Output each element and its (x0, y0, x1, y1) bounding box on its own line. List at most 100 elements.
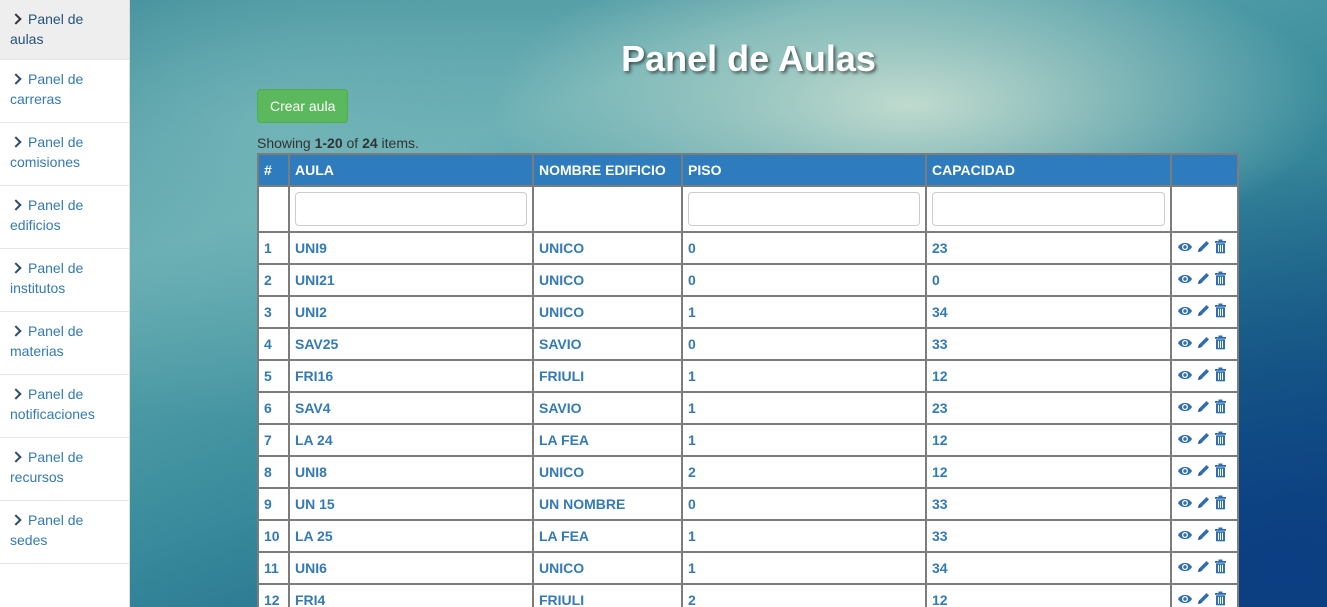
sidebar-item-recursos[interactable]: Panel de recursos (0, 438, 129, 501)
pencil-icon[interactable] (1196, 559, 1211, 577)
aula-cell[interactable]: SAV25 (288, 327, 534, 361)
trash-icon[interactable] (1214, 463, 1227, 481)
piso-cell[interactable]: 2 (681, 583, 927, 607)
eye-icon[interactable] (1177, 400, 1193, 417)
edificio-cell[interactable]: SAVIO (532, 391, 683, 425)
trash-icon[interactable] (1214, 271, 1227, 289)
trash-icon[interactable] (1214, 303, 1227, 321)
sidebar-item-edificios[interactable]: Panel de edificios (0, 186, 129, 249)
sidebar-item-carreras[interactable]: Panel de carreras (0, 60, 129, 123)
eye-icon[interactable] (1177, 592, 1193, 607)
capacidad-cell[interactable]: 12 (925, 583, 1172, 607)
trash-icon[interactable] (1214, 495, 1227, 513)
piso-cell[interactable]: 1 (681, 359, 927, 393)
trash-icon[interactable] (1214, 559, 1227, 577)
capacidad-cell[interactable]: 12 (925, 423, 1172, 457)
edificio-cell[interactable]: UNICO (532, 263, 683, 297)
aula-cell[interactable]: LA 25 (288, 519, 534, 553)
aula-cell[interactable]: SAV4 (288, 391, 534, 425)
edificio-cell[interactable]: UN NOMBRE (532, 487, 683, 521)
edificio-cell[interactable]: LA FEA (532, 519, 683, 553)
sidebar-item-institutos[interactable]: Panel de institutos (0, 249, 129, 312)
sidebar-item-comisiones[interactable]: Panel de comisiones (0, 123, 129, 186)
edificio-cell[interactable]: FRIULI (532, 583, 683, 607)
piso-cell[interactable]: 2 (681, 455, 927, 489)
filter-capacidad-input[interactable] (932, 192, 1165, 226)
capacidad-cell[interactable]: 34 (925, 295, 1172, 329)
eye-icon[interactable] (1177, 304, 1193, 321)
pencil-icon[interactable] (1196, 367, 1211, 385)
piso-cell[interactable]: 0 (681, 263, 927, 297)
sidebar-item-materias[interactable]: Panel de materias (0, 312, 129, 375)
edificio-cell[interactable]: SAVIO (532, 327, 683, 361)
trash-icon[interactable] (1214, 335, 1227, 353)
pencil-icon[interactable] (1196, 335, 1211, 353)
capacidad-cell[interactable]: 33 (925, 327, 1172, 361)
pencil-icon[interactable] (1196, 271, 1211, 289)
edificio-cell[interactable]: UNICO (532, 231, 683, 265)
trash-icon[interactable] (1214, 399, 1227, 417)
pencil-icon[interactable] (1196, 591, 1211, 607)
piso-cell[interactable]: 0 (681, 487, 927, 521)
pencil-icon[interactable] (1196, 303, 1211, 321)
piso-cell[interactable]: 1 (681, 295, 927, 329)
pencil-icon[interactable] (1196, 527, 1211, 545)
edificio-cell[interactable]: UNICO (532, 551, 683, 585)
eye-icon[interactable] (1177, 240, 1193, 257)
capacidad-cell[interactable]: 33 (925, 487, 1172, 521)
trash-icon[interactable] (1214, 431, 1227, 449)
capacidad-cell[interactable]: 23 (925, 391, 1172, 425)
edificio-cell[interactable]: LA FEA (532, 423, 683, 457)
pencil-icon[interactable] (1196, 495, 1211, 513)
capacidad-cell[interactable]: 33 (925, 519, 1172, 553)
sidebar-item-notificaciones[interactable]: Panel de notificaciones (0, 375, 129, 438)
filter-piso-input[interactable] (688, 192, 920, 226)
column-header-number[interactable]: # (257, 153, 290, 187)
column-header-capacidad[interactable]: CAPACIDAD (925, 153, 1172, 187)
piso-cell[interactable]: 1 (681, 551, 927, 585)
pencil-icon[interactable] (1196, 239, 1211, 257)
sidebar-item-aulas[interactable]: Panel de aulas (0, 0, 129, 60)
edificio-cell[interactable]: UNICO (532, 455, 683, 489)
aula-cell[interactable]: UN 15 (288, 487, 534, 521)
sidebar-item-sedes[interactable]: Panel de sedes (0, 501, 129, 564)
filter-aula-input[interactable] (295, 192, 527, 226)
column-header-aula[interactable]: AULA (288, 153, 534, 187)
capacidad-cell[interactable]: 0 (925, 263, 1172, 297)
eye-icon[interactable] (1177, 560, 1193, 577)
eye-icon[interactable] (1177, 464, 1193, 481)
capacidad-cell[interactable]: 34 (925, 551, 1172, 585)
pencil-icon[interactable] (1196, 399, 1211, 417)
trash-icon[interactable] (1214, 591, 1227, 607)
piso-cell[interactable]: 1 (681, 519, 927, 553)
aula-cell[interactable]: UNI9 (288, 231, 534, 265)
eye-icon[interactable] (1177, 528, 1193, 545)
eye-icon[interactable] (1177, 432, 1193, 449)
column-header-nombre-edificio[interactable]: NOMBRE EDIFICIO (532, 153, 683, 187)
trash-icon[interactable] (1214, 527, 1227, 545)
piso-cell[interactable]: 0 (681, 327, 927, 361)
edificio-cell[interactable]: UNICO (532, 295, 683, 329)
trash-icon[interactable] (1214, 239, 1227, 257)
capacidad-cell[interactable]: 12 (925, 455, 1172, 489)
piso-cell[interactable]: 1 (681, 423, 927, 457)
piso-cell[interactable]: 1 (681, 391, 927, 425)
capacidad-cell[interactable]: 23 (925, 231, 1172, 265)
aula-cell[interactable]: UNI2 (288, 295, 534, 329)
eye-icon[interactable] (1177, 496, 1193, 513)
aula-cell[interactable]: UNI6 (288, 551, 534, 585)
trash-icon[interactable] (1214, 367, 1227, 385)
aula-cell[interactable]: LA 24 (288, 423, 534, 457)
piso-cell[interactable]: 0 (681, 231, 927, 265)
column-header-piso[interactable]: PISO (681, 153, 927, 187)
aula-cell[interactable]: UNI8 (288, 455, 534, 489)
aula-cell[interactable]: FRI4 (288, 583, 534, 607)
aula-cell[interactable]: UNI21 (288, 263, 534, 297)
create-aula-button[interactable]: Crear aula (257, 89, 349, 123)
capacidad-cell[interactable]: 12 (925, 359, 1172, 393)
eye-icon[interactable] (1177, 336, 1193, 353)
pencil-icon[interactable] (1196, 463, 1211, 481)
pencil-icon[interactable] (1196, 431, 1211, 449)
eye-icon[interactable] (1177, 368, 1193, 385)
eye-icon[interactable] (1177, 272, 1193, 289)
